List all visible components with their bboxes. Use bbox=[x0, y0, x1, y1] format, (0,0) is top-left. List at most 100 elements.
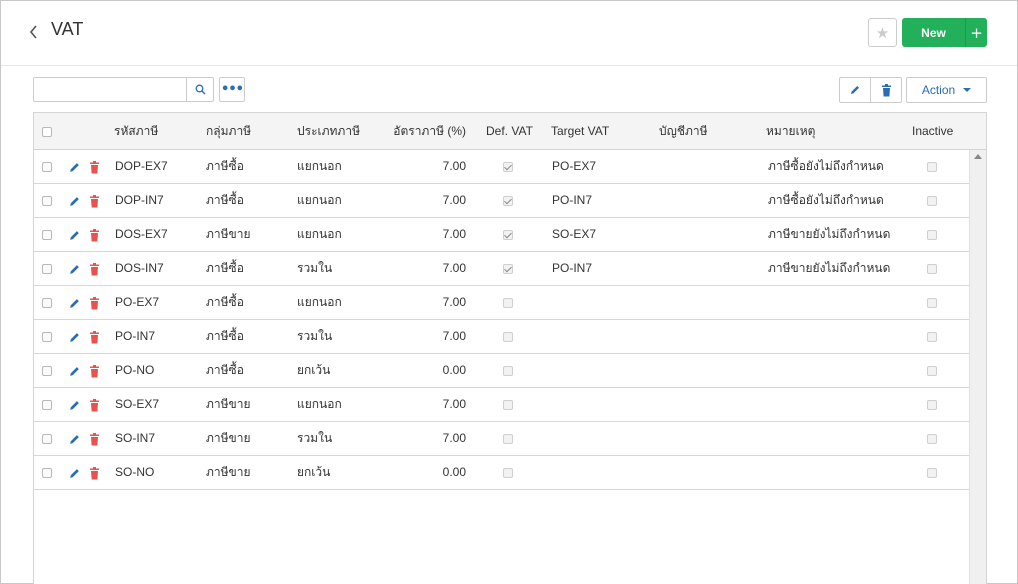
row-select-checkbox[interactable] bbox=[42, 196, 52, 206]
col-group[interactable]: กลุ่มภาษี bbox=[206, 113, 251, 150]
def-vat-checkbox bbox=[503, 264, 513, 274]
chevron-left-icon[interactable] bbox=[29, 21, 43, 43]
inactive-checkbox bbox=[927, 196, 937, 206]
cell-type: ยกเว้น bbox=[297, 465, 331, 479]
cell-group: ภาษีขาย bbox=[206, 397, 251, 411]
trash-icon[interactable] bbox=[89, 433, 100, 446]
cell-rate: 7.00 bbox=[442, 329, 466, 343]
table-row[interactable]: PO-EX7 ภาษีซื้อ แยกนอก 7.00 bbox=[34, 286, 969, 320]
trash-icon[interactable] bbox=[89, 263, 100, 276]
trash-icon[interactable] bbox=[89, 365, 100, 378]
def-vat-checkbox bbox=[503, 332, 513, 342]
table-header: รหัสภาษี กลุ่มภาษี ประเภทภาษี อัตราภาษี … bbox=[34, 113, 986, 150]
new-button[interactable]: New bbox=[902, 18, 965, 47]
pencil-icon[interactable] bbox=[68, 195, 81, 208]
col-type[interactable]: ประเภทภาษี bbox=[297, 113, 360, 150]
cell-code: DOP-EX7 bbox=[115, 159, 168, 173]
cell-rate: 7.00 bbox=[442, 397, 466, 411]
col-code[interactable]: รหัสภาษี bbox=[114, 113, 158, 150]
inactive-checkbox bbox=[927, 162, 937, 172]
cell-note: ภาษีซื้อยังไม่ถึงกำหนด bbox=[768, 159, 884, 173]
pencil-icon[interactable] bbox=[68, 365, 81, 378]
cell-rate: 7.00 bbox=[442, 227, 466, 241]
inactive-checkbox bbox=[927, 468, 937, 478]
trash-icon[interactable] bbox=[89, 331, 100, 344]
row-select-checkbox[interactable] bbox=[42, 400, 52, 410]
col-account[interactable]: บัญชีภาษี bbox=[659, 113, 708, 150]
cell-group: ภาษีขาย bbox=[206, 227, 251, 241]
trash-icon[interactable] bbox=[89, 195, 100, 208]
pencil-icon[interactable] bbox=[68, 331, 81, 344]
select-all-checkbox[interactable] bbox=[42, 127, 52, 137]
window-frame: VAT ★ New + ••• Action รหัสภาษี กลุ่มภาษ… bbox=[0, 0, 1018, 584]
row-select-checkbox[interactable] bbox=[42, 468, 52, 478]
pencil-icon[interactable] bbox=[68, 161, 81, 174]
delete-button[interactable] bbox=[870, 77, 902, 103]
cell-target-vat: SO-EX7 bbox=[552, 227, 597, 241]
pencil-icon[interactable] bbox=[68, 263, 81, 276]
table-row[interactable]: DOS-IN7 ภาษีซื้อ รวมใน 7.00 PO-IN7 ภาษีข… bbox=[34, 252, 969, 286]
row-select-checkbox[interactable] bbox=[42, 434, 52, 444]
edit-button[interactable] bbox=[839, 77, 871, 103]
scroll-up-arrow-icon[interactable] bbox=[974, 154, 982, 159]
row-select-checkbox[interactable] bbox=[42, 332, 52, 342]
row-select-checkbox[interactable] bbox=[42, 366, 52, 376]
more-options-button[interactable]: ••• bbox=[219, 77, 245, 102]
pencil-icon[interactable] bbox=[68, 467, 81, 480]
table-row[interactable]: DOP-EX7 ภาษีซื้อ แยกนอก 7.00 PO-EX7 ภาษี… bbox=[34, 150, 969, 184]
pencil-icon[interactable] bbox=[68, 399, 81, 412]
cell-note: ภาษีซื้อยังไม่ถึงกำหนด bbox=[768, 193, 884, 207]
col-inactive[interactable]: Inactive bbox=[912, 113, 953, 150]
col-target-vat[interactable]: Target VAT bbox=[551, 113, 609, 150]
table-row[interactable]: SO-IN7 ภาษีขาย รวมใน 7.00 bbox=[34, 422, 969, 456]
trash-icon[interactable] bbox=[89, 467, 100, 480]
search-input[interactable] bbox=[33, 77, 187, 102]
trash-icon[interactable] bbox=[89, 161, 100, 174]
col-def-vat[interactable]: Def. VAT bbox=[486, 113, 533, 150]
cell-code: PO-EX7 bbox=[115, 295, 160, 309]
favorite-button[interactable]: ★ bbox=[868, 18, 897, 47]
search-button[interactable] bbox=[186, 77, 214, 102]
row-select-checkbox[interactable] bbox=[42, 298, 52, 308]
table-row[interactable]: SO-NO ภาษีขาย ยกเว้น 0.00 bbox=[34, 456, 969, 490]
trash-icon[interactable] bbox=[89, 229, 100, 242]
trash-icon[interactable] bbox=[89, 297, 100, 310]
col-note[interactable]: หมายเหตุ bbox=[766, 113, 815, 150]
table-row[interactable]: SO-EX7 ภาษีขาย แยกนอก 7.00 bbox=[34, 388, 969, 422]
pencil-icon[interactable] bbox=[68, 433, 81, 446]
action-dropdown[interactable]: Action bbox=[906, 77, 987, 103]
cell-rate: 7.00 bbox=[442, 295, 466, 309]
trash-icon bbox=[881, 83, 891, 96]
cell-rate: 7.00 bbox=[442, 193, 466, 207]
cell-code: SO-IN7 bbox=[115, 431, 156, 445]
star-icon: ★ bbox=[875, 23, 890, 42]
col-rate[interactable]: อัตราภาษี (%) bbox=[393, 113, 466, 150]
pencil-icon[interactable] bbox=[68, 229, 81, 242]
cell-target-vat: PO-IN7 bbox=[552, 193, 593, 207]
new-plus-button[interactable]: + bbox=[965, 18, 987, 47]
table-row[interactable]: DOP-IN7 ภาษีซื้อ แยกนอก 7.00 PO-IN7 ภาษี… bbox=[34, 184, 969, 218]
cell-note: ภาษีขายยังไม่ถึงกำหนด bbox=[768, 227, 891, 241]
inactive-checkbox bbox=[927, 434, 937, 444]
cell-type: รวมใน bbox=[297, 431, 333, 445]
cell-type: แยกนอก bbox=[297, 295, 342, 309]
pencil-icon[interactable] bbox=[68, 297, 81, 310]
table-row[interactable]: PO-NO ภาษีซื้อ ยกเว้น 0.00 bbox=[34, 354, 969, 388]
cell-group: ภาษีขาย bbox=[206, 465, 251, 479]
inactive-checkbox bbox=[927, 298, 937, 308]
cell-code: PO-IN7 bbox=[115, 329, 156, 343]
cell-group: ภาษีซื้อ bbox=[206, 193, 244, 207]
cell-type: ยกเว้น bbox=[297, 363, 331, 377]
table-row[interactable]: PO-IN7 ภาษีซื้อ รวมใน 7.00 bbox=[34, 320, 969, 354]
row-select-checkbox[interactable] bbox=[42, 230, 52, 240]
cell-group: ภาษีซื้อ bbox=[206, 159, 244, 173]
cell-group: ภาษีซื้อ bbox=[206, 261, 244, 275]
page-header: VAT ★ New + bbox=[1, 1, 1017, 66]
row-select-checkbox[interactable] bbox=[42, 162, 52, 172]
cell-group: ภาษีซื้อ bbox=[206, 295, 244, 309]
row-select-checkbox[interactable] bbox=[42, 264, 52, 274]
def-vat-checkbox bbox=[503, 196, 513, 206]
vertical-scrollbar[interactable] bbox=[969, 150, 986, 584]
table-row[interactable]: DOS-EX7 ภาษีขาย แยกนอก 7.00 SO-EX7 ภาษีข… bbox=[34, 218, 969, 252]
trash-icon[interactable] bbox=[89, 399, 100, 412]
